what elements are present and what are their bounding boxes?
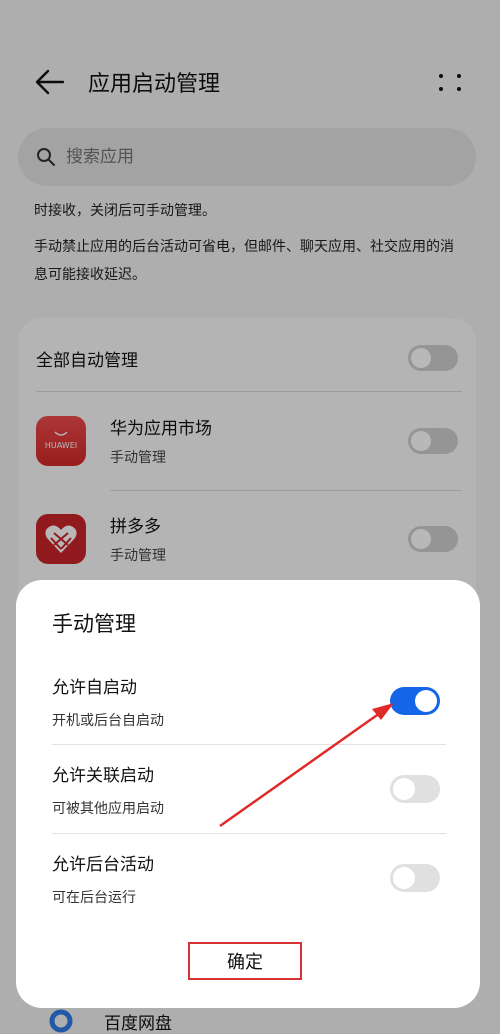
- option-label: 允许关联启动: [52, 765, 154, 786]
- option-associated-start[interactable]: 允许关联启动 可被其他应用启动: [52, 752, 440, 826]
- option-label: 允许自启动: [52, 677, 137, 698]
- option-auto-start[interactable]: 允许自启动 开机或后台自启动: [52, 664, 440, 738]
- confirm-button[interactable]: 确定: [188, 942, 302, 980]
- divider: [52, 833, 446, 834]
- manual-manage-dialog: 手动管理 允许自启动 开机或后台自启动 允许关联启动 可被其他应用启动 允许后台…: [16, 580, 480, 1008]
- option-description: 可被其他应用启动: [52, 800, 164, 817]
- dialog-title: 手动管理: [52, 612, 136, 636]
- option-description: 可在后台运行: [52, 889, 136, 906]
- background-activity-toggle[interactable]: [390, 864, 440, 892]
- option-label: 允许后台活动: [52, 854, 154, 875]
- associated-start-toggle[interactable]: [390, 775, 440, 803]
- option-description: 开机或后台自启动: [52, 712, 164, 729]
- divider: [52, 744, 446, 745]
- auto-start-toggle[interactable]: [390, 687, 440, 715]
- option-background-activity[interactable]: 允许后台活动 可在后台运行: [52, 841, 440, 915]
